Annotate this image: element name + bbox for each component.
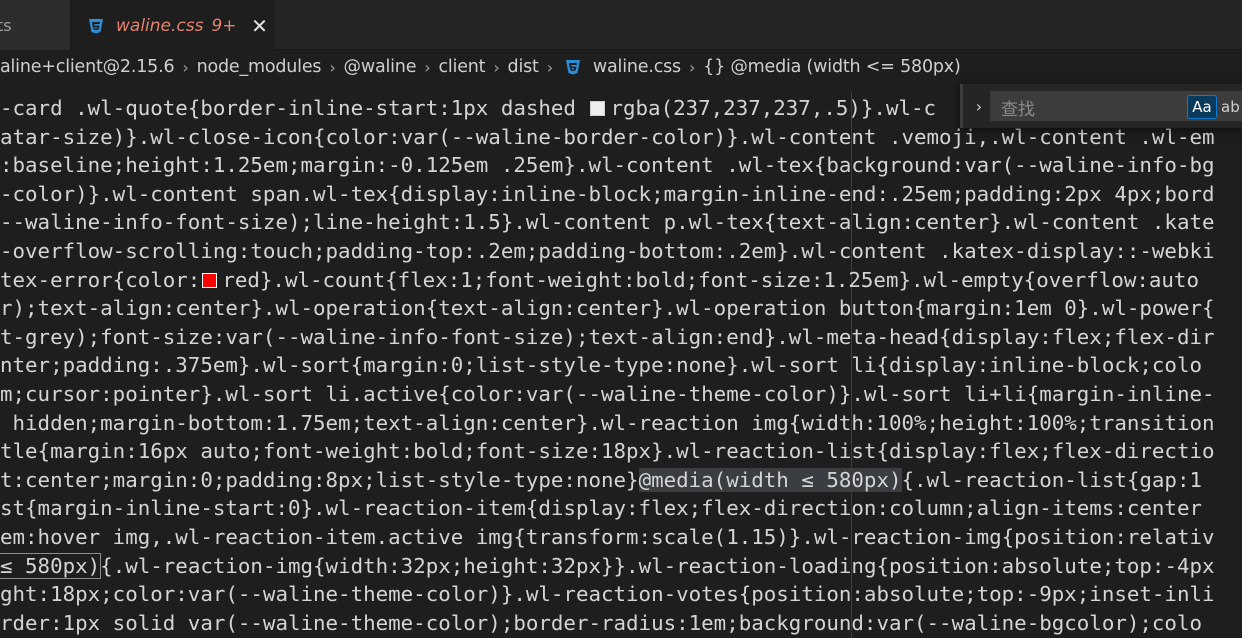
breadcrumb-item-symbol[interactable]: {} @media (width <= 580px) [703,57,961,77]
code-text: t:center;margin:0;padding:8px;list-style… [0,467,639,492]
code-line[interactable]: nter;padding:.375em}.wl-sort{margin:0;li… [0,351,1202,380]
breadcrumb-item-waline[interactable]: @waline [344,57,417,77]
code-text: -overflow-scrolling:touch;padding-top:.2… [0,239,1215,263]
code-text: :baseline;height:1.25em;margin:-0.125em … [0,153,1215,178]
code-line[interactable]: -overflow-scrolling:touch;padding-top:.2… [0,237,1215,266]
code-text: m;cursor:pointer}.wl-sort li.active{colo… [0,382,1215,406]
match-case-toggle[interactable]: Aa [1187,95,1217,119]
tab-bar: ts waline.css 9+ ✕ [0,0,1242,50]
css3-icon [563,57,583,77]
code-text: tle{margin:16px auto;font-weight:bold;fo… [0,439,1215,464]
chevron-right-icon: › [688,57,696,77]
chevron-right-icon: › [546,57,553,77]
code-line[interactable]: ght:18px;color:var(--waline-theme-color)… [0,580,1215,609]
code-text: -card .wl-quote{border-inline-start:1px … [0,96,589,120]
tab-previous[interactable]: ts [0,0,71,50]
code-text: tex-error{color: [0,267,201,292]
breadcrumb-item-file[interactable]: waline.css [561,57,681,77]
find-placeholder: 查找 [1001,100,1035,120]
css3-icon [87,17,105,35]
code-line[interactable]: hidden;margin-bottom:1.75em;text-align:c… [0,409,1215,438]
code-line[interactable]: st{margin-inline-start:0}.wl-reaction-it… [0,494,1202,523]
code-text: rder:1px solid var(--waline-theme-color)… [0,610,1202,635]
code-text: {.wl-reaction-list{gap:1 [901,467,1203,492]
code-line[interactable]: -card .wl-quote{border-inline-start:1px … [0,94,936,123]
code-line[interactable]: tle{margin:16px auto;font-weight:bold;fo… [0,437,1215,466]
chevron-right-icon: › [329,57,336,77]
code-text: {.wl-reaction-img{width:32px;height:32px… [100,553,1215,578]
code-line[interactable]: rder:1px solid var(--waline-theme-color)… [0,609,1202,638]
tab-waline-css[interactable]: waline.css 9+ ✕ [71,0,274,50]
breadcrumb: aline+client@2.15.6 › node_modules › @wa… [0,52,1242,82]
code-line[interactable]: --waline-info-font-size);line-height:1.5… [0,208,1215,237]
code-text: --waline-info-font-size);line-height:1.5… [0,210,1215,235]
code-line[interactable]: em:hover img,.wl-reaction-item.active im… [0,523,1215,552]
code-line[interactable]: t-grey);font-size:var(--waline-info-font… [0,323,1215,352]
chevron-right-icon: › [493,57,500,77]
code-text: st{margin-inline-start:0}.wl-reaction-it… [0,496,1202,521]
whole-word-toggle[interactable]: ab [1221,95,1242,119]
breadcrumb-item-client[interactable]: client [438,57,485,77]
breadcrumb-item-package[interactable]: aline+client@2.15.6 [0,57,175,77]
chevron-right-icon: › [424,57,431,77]
code-line[interactable]: :baseline;height:1.25em;margin:-0.125em … [0,151,1215,180]
code-text: ght:18px;color:var(--waline-theme-color)… [0,582,1215,607]
code-text: rgba(237,237,237,.5)}.wl-c [610,96,937,120]
code-line[interactable]: m;cursor:pointer}.wl-sort li.active{colo… [0,380,1215,409]
code-editor[interactable]: -card .wl-quote{border-inline-start:1px … [0,92,1242,638]
code-text: hidden;margin-bottom:1.75em;text-align:c… [0,410,1215,435]
tab-title: waline.css [116,15,204,36]
chevron-right-icon: › [182,57,189,77]
code-text: nter;padding:.375em}.wl-sort{margin:0;li… [0,353,1202,378]
code-line[interactable]: t:center;margin:0;padding:8px;list-style… [0,466,1202,495]
find-input[interactable]: 查找 Aa ab [990,91,1242,121]
color-swatch[interactable] [202,272,218,288]
problems-badge: 9+ [211,15,237,36]
color-swatch[interactable] [590,101,606,116]
code-text: -color)}.wl-content span.wl-tex{display:… [0,181,1215,206]
find-widget: › 查找 Aa ab [960,84,1242,128]
code-text: t-grey);font-size:var(--waline-info-font… [0,324,1215,349]
tab-previous-label: ts [0,15,12,35]
code-text: atar-size)}.wl-close-icon{color:var(--wa… [0,124,1215,149]
highlighted-match: @media(width ≤ 580px) [638,467,902,492]
code-text: em:hover img,.wl-reaction-item.active im… [0,525,1215,549]
close-icon[interactable]: ✕ [251,16,269,36]
code-text: red}.wl-count{flex:1;font-weight:bold;fo… [222,267,1199,292]
code-text: r);text-align:center}.wl-operation{text-… [0,296,1215,321]
breadcrumb-item-dist[interactable]: dist [508,57,539,77]
breadcrumb-item-node-modules[interactable]: node_modules [197,57,322,77]
code-line[interactable]: -color)}.wl-content span.wl-tex{display:… [0,180,1215,209]
code-line[interactable]: tex-error{color: red}.wl-count{flex:1;fon… [0,266,1199,295]
code-line[interactable]: ≤ 580px){.wl-reaction-img{width:32px;hei… [0,552,1215,581]
code-line[interactable]: r);text-align:center}.wl-operation{text-… [0,294,1215,323]
bracket-match: ≤ 580px) [0,552,102,579]
chevron-right-icon[interactable]: › [971,96,987,116]
